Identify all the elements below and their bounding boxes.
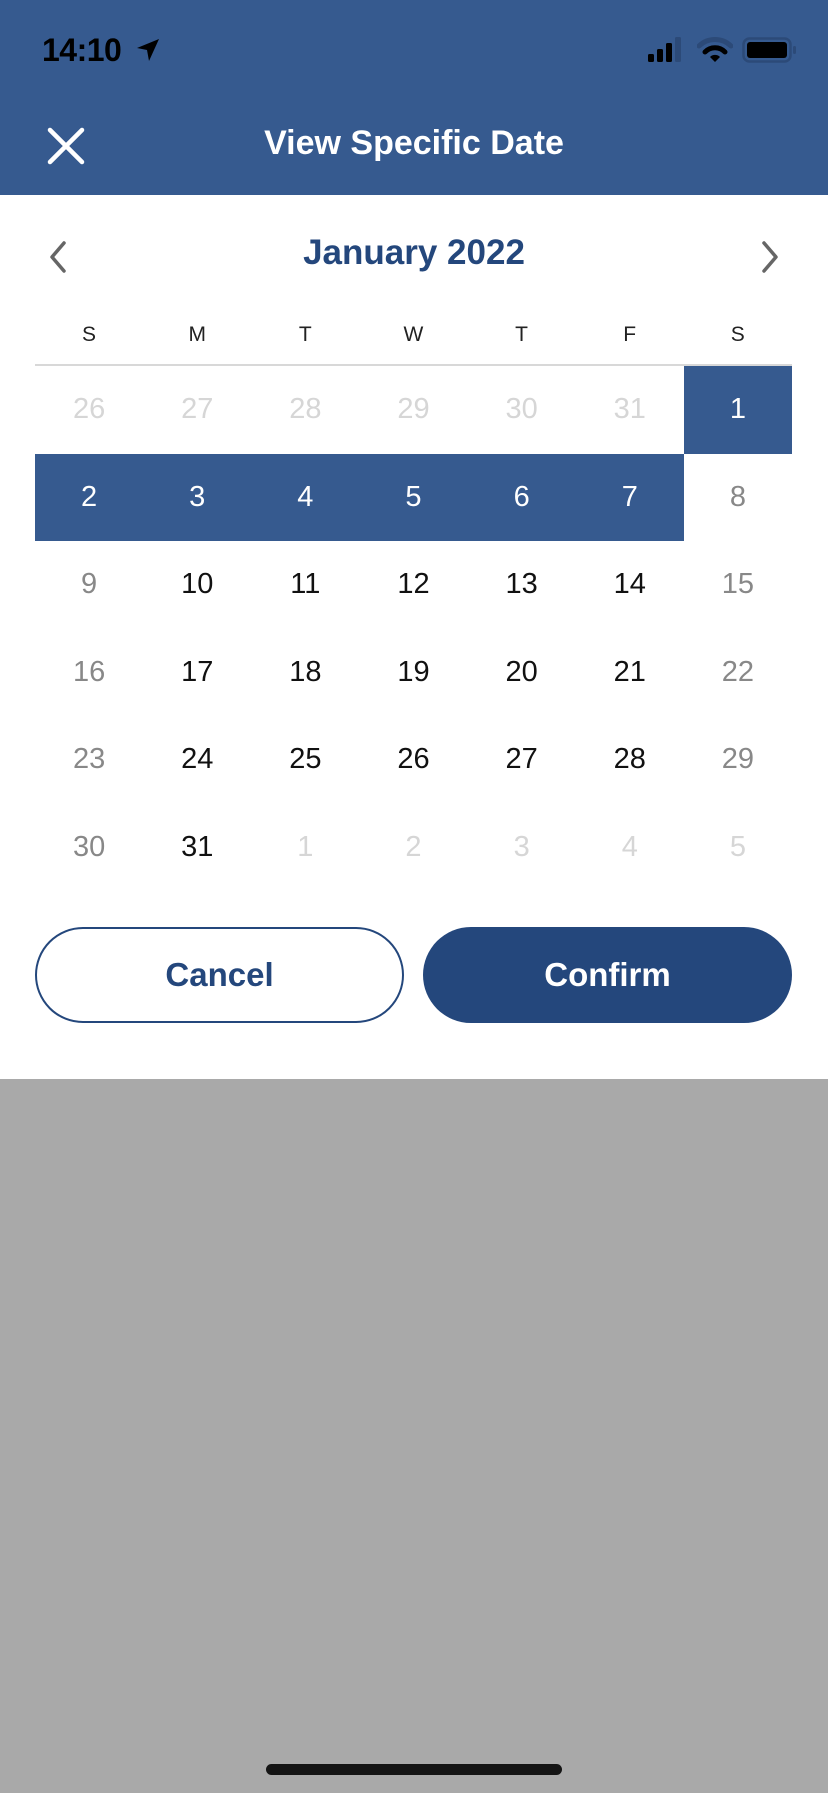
day-cell-outside-month[interactable]: 3 (468, 804, 576, 892)
weekday-label: T (515, 323, 528, 346)
day-cell[interactable]: 31 (143, 804, 251, 892)
day-cell[interactable]: 19 (359, 629, 467, 717)
day-cell-outside-month[interactable]: 4 (576, 804, 684, 892)
day-cell[interactable]: 18 (251, 629, 359, 717)
day-cell-selected[interactable]: 5 (359, 453, 468, 541)
day-cell[interactable]: 17 (143, 629, 251, 717)
day-cell-outside-month[interactable]: 28 (251, 366, 359, 454)
day-cell[interactable]: 12 (359, 541, 467, 629)
day-cell-selected[interactable]: 7 (575, 453, 684, 541)
day-cell[interactable]: 9 (35, 541, 143, 629)
day-cell[interactable]: 28 (576, 716, 684, 804)
home-indicator (266, 1764, 562, 1775)
day-cell[interactable]: 15 (684, 541, 792, 629)
day-cell-selected[interactable]: 4 (251, 453, 360, 541)
wifi-icon (697, 37, 733, 62)
day-cell-outside-month[interactable]: 1 (251, 804, 359, 892)
weekday-label: S (82, 323, 97, 346)
day-cell-selected[interactable]: 3 (143, 453, 252, 541)
day-cell[interactable]: 8 (684, 454, 792, 542)
cancel-button[interactable]: Cancel (35, 927, 404, 1023)
status-time: 14:10 (42, 32, 122, 68)
day-cell-outside-month[interactable]: 2 (359, 804, 467, 892)
day-cell-outside-month[interactable]: 5 (684, 804, 792, 892)
day-cell-outside-month[interactable]: 30 (468, 366, 576, 454)
day-cell[interactable]: 21 (576, 629, 684, 717)
weekday-label: M (188, 323, 206, 346)
chevron-right-icon (762, 241, 778, 273)
day-cell[interactable]: 11 (251, 541, 359, 629)
day-cell[interactable]: 26 (359, 716, 467, 804)
day-cell[interactable]: 29 (684, 716, 792, 804)
weekday-header: S M T W T F S (35, 323, 792, 347)
cellular-signal-icon (648, 37, 681, 62)
weekday-label: T (298, 323, 312, 346)
day-cell[interactable]: 23 (35, 716, 143, 804)
day-cell-selected[interactable]: 6 (467, 453, 576, 541)
day-cell[interactable]: 27 (468, 716, 576, 804)
day-cell-selected[interactable]: 1 (683, 366, 792, 454)
weekday-label: F (623, 323, 637, 346)
page-title: View Specific Date (264, 124, 564, 162)
month-title: January 2022 (303, 233, 525, 272)
weekday-label: W (403, 323, 424, 346)
day-cell-outside-month[interactable]: 26 (35, 366, 143, 454)
day-cell[interactable]: 13 (468, 541, 576, 629)
weekday-label: S (730, 323, 745, 346)
day-cell-selected[interactable]: 2 (35, 453, 144, 541)
day-cell[interactable]: 14 (576, 541, 684, 629)
day-cell[interactable]: 24 (143, 716, 251, 804)
location-arrow-icon (137, 39, 159, 61)
date-picker-panel: January 2022 S M T W T F S 26 27 28 29 30 31 1… (0, 195, 828, 1079)
battery-icon (742, 37, 796, 63)
day-cell[interactable]: 25 (251, 716, 359, 804)
app-header: 14:10 View Specific Date (0, 0, 828, 195)
day-cell[interactable]: 22 (684, 629, 792, 717)
day-cell[interactable]: 16 (35, 629, 143, 717)
day-grid: 26 27 28 29 30 31 1 2 3 4 5 6 7 8 9 10 11 12 13 14 15 16 17 18 1… (35, 366, 792, 891)
day-cell[interactable]: 10 (143, 541, 251, 629)
confirm-button[interactable]: Confirm (423, 927, 792, 1023)
day-cell[interactable]: 30 (35, 804, 143, 892)
day-cell-outside-month[interactable]: 29 (359, 366, 467, 454)
day-cell-outside-month[interactable]: 27 (143, 366, 251, 454)
next-month-button[interactable] (752, 235, 788, 279)
day-cell[interactable]: 20 (468, 629, 576, 717)
day-cell-outside-month[interactable]: 31 (576, 366, 684, 454)
